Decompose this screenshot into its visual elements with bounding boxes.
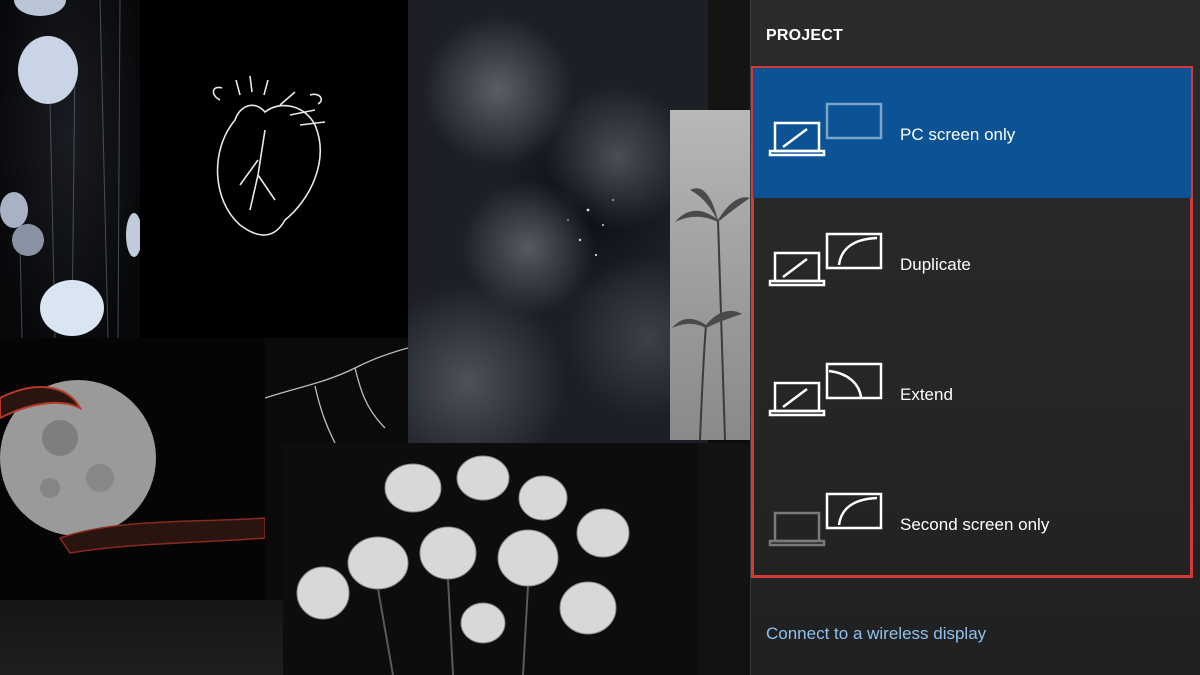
connect-wireless-display-link[interactable]: Connect to a wireless display (766, 624, 986, 644)
extend-icon (767, 361, 883, 421)
wallpaper-palm-trees-photo (670, 110, 750, 440)
wallpaper-heart-sketch (140, 0, 408, 338)
project-flyout: PROJECT PC screen only Duplicate Extend … (750, 0, 1200, 675)
option-extend[interactable]: Extend (753, 328, 1191, 458)
second-screen-only-icon (767, 491, 883, 551)
pc-screen-only-icon (767, 101, 883, 161)
wallpaper-ground-photo (0, 600, 283, 675)
wallpaper-moon-hands-photo (0, 338, 265, 600)
wallpaper-night-clouds-photo (408, 0, 708, 450)
option-label: Duplicate (900, 255, 971, 274)
wallpaper-balloons-photo (0, 0, 140, 338)
wallpaper-branch-photo (265, 338, 408, 443)
option-label: Second screen only (900, 515, 1050, 534)
option-label: Extend (900, 385, 953, 404)
duplicate-icon (767, 231, 883, 291)
option-pc-screen-only[interactable]: PC screen only (753, 68, 1191, 198)
option-duplicate[interactable]: Duplicate (753, 198, 1191, 328)
screen: PROJECT PC screen only Duplicate Extend … (0, 0, 1200, 675)
wallpaper-roses-photo (283, 443, 698, 675)
wallpaper-dark-strip (698, 443, 750, 675)
projection-options-highlighted: PC screen only Duplicate Extend Second s… (751, 66, 1193, 578)
panel-title: PROJECT (766, 27, 843, 44)
option-label: PC screen only (900, 125, 1016, 144)
desktop-wallpaper (0, 0, 750, 675)
wallpaper-dark-strip (708, 0, 750, 110)
option-second-screen-only[interactable]: Second screen only (753, 458, 1191, 588)
